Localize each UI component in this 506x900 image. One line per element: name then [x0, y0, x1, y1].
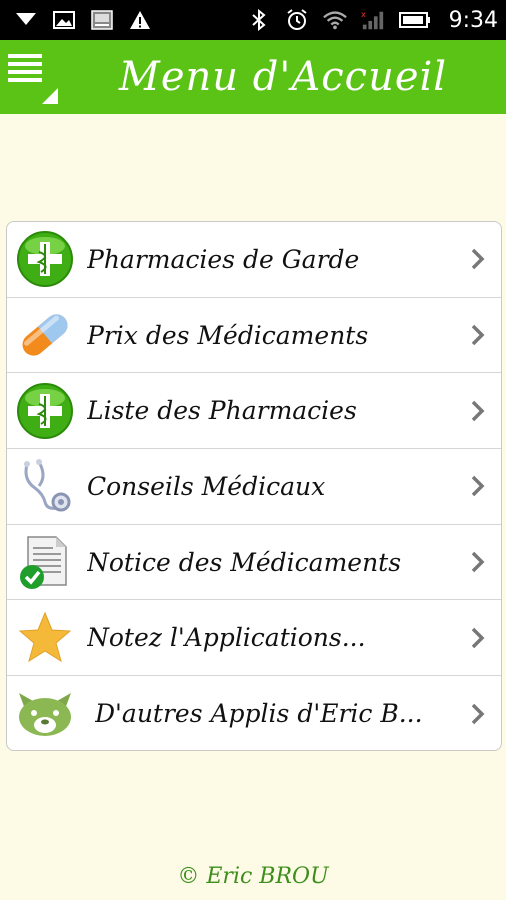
- menu-item-pharmacies-de-garde[interactable]: Pharmacies de Garde: [7, 222, 501, 298]
- document-check-icon: [15, 532, 75, 592]
- main-menu-list: Pharmacies de Garde Prix des Médicaments: [6, 221, 502, 751]
- pharmacy-cross-icon: [15, 229, 75, 289]
- warning-icon: [128, 9, 152, 31]
- svg-text:x: x: [361, 9, 366, 19]
- menu-item-label: Liste des Pharmacies: [87, 396, 357, 426]
- chevron-right-icon: [469, 474, 487, 498]
- menu-item-notice-des-medicaments[interactable]: Notice des Médicaments: [7, 525, 501, 601]
- footer-copyright: © Eric BROU: [177, 864, 329, 889]
- menu-item-prix-des-medicaments[interactable]: Prix des Médicaments: [7, 298, 501, 374]
- status-bar: x 9:34: [0, 0, 506, 40]
- chevron-right-icon: [469, 626, 487, 650]
- menu-item-label: Notice des Médicaments: [87, 547, 402, 577]
- page-title: Menu d'Accueil: [118, 54, 448, 100]
- pill-capsule-icon: [15, 305, 75, 365]
- photo-icon: [90, 9, 114, 31]
- chevron-right-icon: [469, 399, 487, 423]
- bluetooth-icon: [247, 9, 271, 31]
- status-time: 9:34: [448, 7, 498, 33]
- download-icon: [14, 9, 38, 31]
- menu-item-liste-des-pharmacies[interactable]: Liste des Pharmacies: [7, 373, 501, 450]
- hamburger-menu-icon[interactable]: [6, 50, 62, 104]
- chevron-right-icon: [469, 550, 487, 574]
- app-header: Menu d'Accueil: [0, 40, 506, 114]
- chevron-right-icon: [469, 702, 487, 726]
- menu-item-label: Pharmacies de Garde: [87, 244, 360, 274]
- status-bar-left: [14, 9, 152, 31]
- menu-item-label: Prix des Médicaments: [87, 320, 369, 350]
- signal-icon: x: [361, 9, 385, 31]
- stethoscope-icon: [15, 456, 75, 516]
- wifi-icon: [322, 9, 347, 31]
- star-icon: [15, 608, 75, 668]
- android-bear-icon: [15, 684, 75, 744]
- menu-item-conseils-medicaux[interactable]: Conseils Médicaux: [7, 449, 501, 525]
- menu-item-label: D'autres Applis d'Eric B...: [95, 699, 423, 729]
- menu-item-notez-application[interactable]: Notez l'Applications...: [7, 600, 501, 677]
- battery-icon: [398, 9, 431, 31]
- image-icon: [52, 9, 76, 31]
- chevron-right-icon: [469, 323, 487, 347]
- menu-item-label: Conseils Médicaux: [87, 471, 326, 501]
- alarm-icon: [285, 9, 309, 31]
- chevron-right-icon: [469, 247, 487, 271]
- menu-item-autres-applis[interactable]: D'autres Applis d'Eric B...: [7, 676, 501, 750]
- pharmacy-cross-icon: [15, 381, 75, 441]
- menu-item-label: Notez l'Applications...: [87, 623, 366, 653]
- status-bar-right: x 9:34: [247, 8, 498, 33]
